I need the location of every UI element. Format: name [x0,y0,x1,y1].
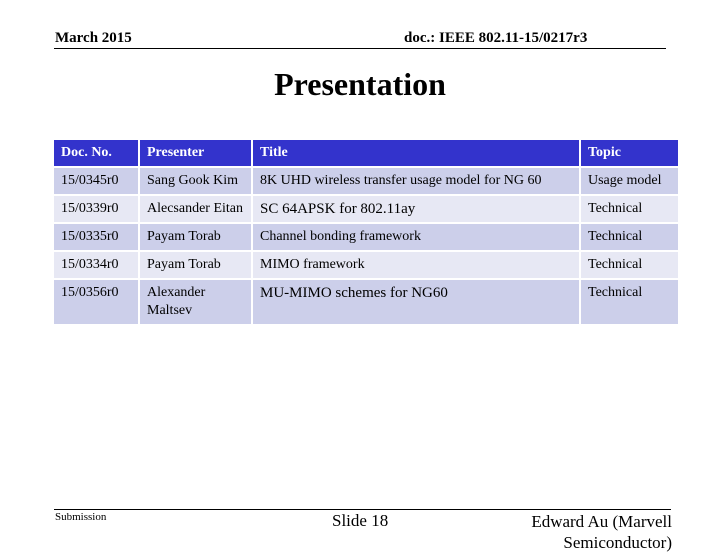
table-header-row: Doc. No. Presenter Title Topic [54,140,678,166]
presentation-table: Doc. No. Presenter Title Topic 15/0345r0… [52,138,680,326]
cell-title: 8K UHD wireless transfer usage model for… [253,168,579,194]
cell-topic: Technical [581,280,678,324]
header-divider [54,48,666,49]
footer-submission: Submission [55,511,107,523]
table-row: 15/0339r0 Alecsander Eitan SC 64APSK for… [54,196,678,222]
table-row: 15/0335r0 Payam Torab Channel bonding fr… [54,224,678,250]
cell-presenter: Payam Torab [140,224,251,250]
table-row: 15/0356r0 Alexander Maltsev MU-MIMO sche… [54,280,678,324]
cell-doc-no: 15/0335r0 [54,224,138,250]
slide-title: Presentation [274,66,446,102]
column-header-title: Title [253,140,579,166]
cell-doc-no: 15/0356r0 [54,280,138,324]
cell-topic: Technical [581,252,678,278]
cell-presenter: Alexander Maltsev [140,280,251,324]
cell-title: SC 64APSK for 802.11ay [253,196,579,222]
header-date: March 2015 [55,30,132,46]
cell-topic: Usage model [581,168,678,194]
cell-presenter: Payam Torab [140,252,251,278]
table-row: 15/0345r0 Sang Gook Kim 8K UHD wireless … [54,168,678,194]
cell-presenter: Sang Gook Kim [140,168,251,194]
footer-author-line2: Semiconductor) [563,533,672,552]
cell-title: MIMO framework [253,252,579,278]
cell-presenter: Alecsander Eitan [140,196,251,222]
cell-doc-no: 15/0339r0 [54,196,138,222]
footer-divider [54,509,671,510]
footer-author-line1: Edward Au (Marvell [531,512,672,531]
header-doc-id: doc.: IEEE 802.11-15/0217r3 [404,30,588,46]
column-header-doc-no: Doc. No. [54,140,138,166]
cell-doc-no: 15/0345r0 [54,168,138,194]
footer-author: Edward Au (Marvell Semiconductor) [452,511,672,553]
footer-slide-number: Slide 18 [332,511,389,530]
cell-doc-no: 15/0334r0 [54,252,138,278]
table-row: 15/0334r0 Payam Torab MIMO framework Tec… [54,252,678,278]
cell-topic: Technical [581,224,678,250]
cell-title: Channel bonding framework [253,224,579,250]
column-header-presenter: Presenter [140,140,251,166]
cell-topic: Technical [581,196,678,222]
column-header-topic: Topic [581,140,678,166]
cell-title: MU-MIMO schemes for NG60 [253,280,579,324]
